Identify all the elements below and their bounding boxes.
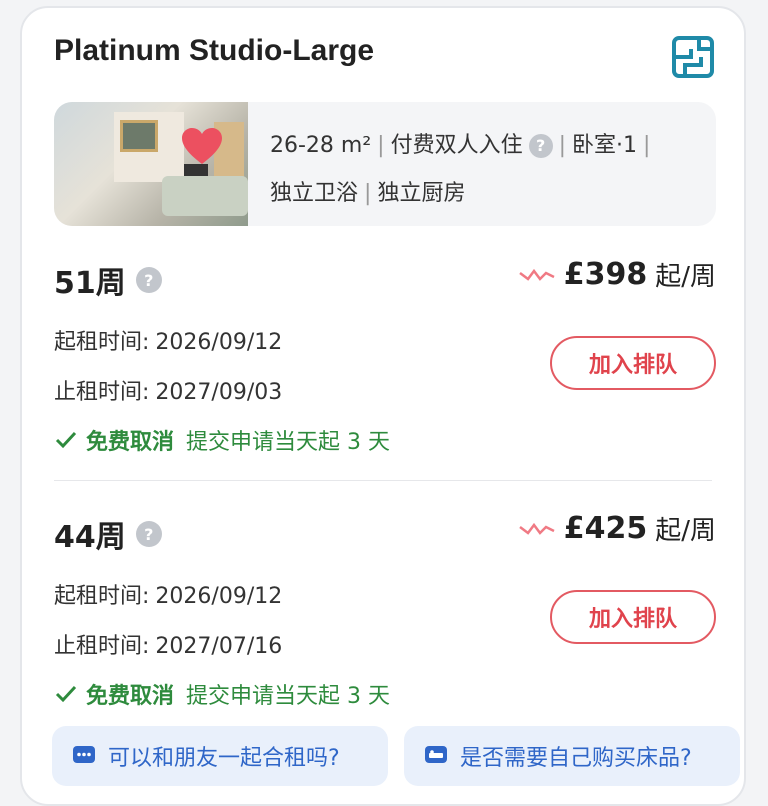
plan-weeks: 44周 <box>54 520 126 555</box>
bed-icon <box>425 746 447 763</box>
plan-price: £425 <box>563 511 648 546</box>
cancel-title: 免费取消 <box>86 430 175 455</box>
room-area: 26-28 m² <box>270 133 372 158</box>
room-kitchen: 独立厨房 <box>377 181 466 206</box>
check-icon <box>55 685 77 703</box>
room-attributes: 26-28 m² | 付费双人入住? | 卧室·1 | 独立卫浴 | 独立厨房 <box>270 133 651 206</box>
faq-bedding-label: 是否需要自己购买床品? <box>460 746 692 771</box>
price-trend-icon <box>518 522 555 535</box>
plan-weeks: 51周 <box>54 266 126 301</box>
room-photo[interactable] <box>54 102 248 226</box>
divider <box>54 480 712 481</box>
heart-icon[interactable] <box>180 126 224 166</box>
room-bedroom: 卧室·1 <box>572 133 638 158</box>
end-date: 2027/09/03 <box>155 380 283 405</box>
join-queue-button[interactable]: 加入排队 <box>550 336 716 390</box>
room-card: Platinum Studio-Large 26-28 m² | 付费双人入住? | 卧… <box>20 6 746 806</box>
check-icon <box>55 431 77 449</box>
room-summary[interactable]: 26-28 m² | 付费双人入住? | 卧室·1 | 独立卫浴 | 独立厨房 <box>54 102 716 226</box>
price-trend-icon <box>518 268 555 281</box>
plan-price: £398 <box>563 257 648 292</box>
chat-icon <box>73 746 95 763</box>
start-date: 2026/09/12 <box>155 584 283 609</box>
cancel-desc: 提交申请当天起 3 天 <box>186 430 390 455</box>
faq-chip-bedding[interactable]: 是否需要自己购买床品? <box>404 726 740 786</box>
join-queue-button[interactable]: 加入排队 <box>550 590 716 644</box>
help-icon[interactable]: ? <box>528 134 553 158</box>
floorplan-button[interactable] <box>670 34 716 80</box>
cancel-title: 免费取消 <box>86 684 175 709</box>
room-bathroom: 独立卫浴 <box>270 181 359 206</box>
price-unit: 起/周 <box>655 516 716 546</box>
price-unit: 起/周 <box>655 262 716 292</box>
start-label: 起租时间: <box>54 584 150 609</box>
end-label: 止租时间: <box>54 380 150 405</box>
start-date: 2026/09/12 <box>155 330 283 355</box>
cancel-desc: 提交申请当天起 3 天 <box>186 684 390 709</box>
faq-chip-share[interactable]: 可以和朋友一起合租吗? <box>52 726 388 786</box>
help-icon[interactable]: ? <box>135 521 162 547</box>
start-label: 起租时间: <box>54 330 150 355</box>
end-date: 2027/07/16 <box>155 634 283 659</box>
room-occupancy: 付费双人入住 <box>390 133 523 158</box>
room-title: Platinum Studio-Large <box>54 34 375 67</box>
faq-share-label: 可以和朋友一起合租吗? <box>108 746 340 771</box>
floorplan-icon <box>672 36 714 78</box>
help-icon[interactable]: ? <box>135 267 162 293</box>
end-label: 止租时间: <box>54 634 150 659</box>
